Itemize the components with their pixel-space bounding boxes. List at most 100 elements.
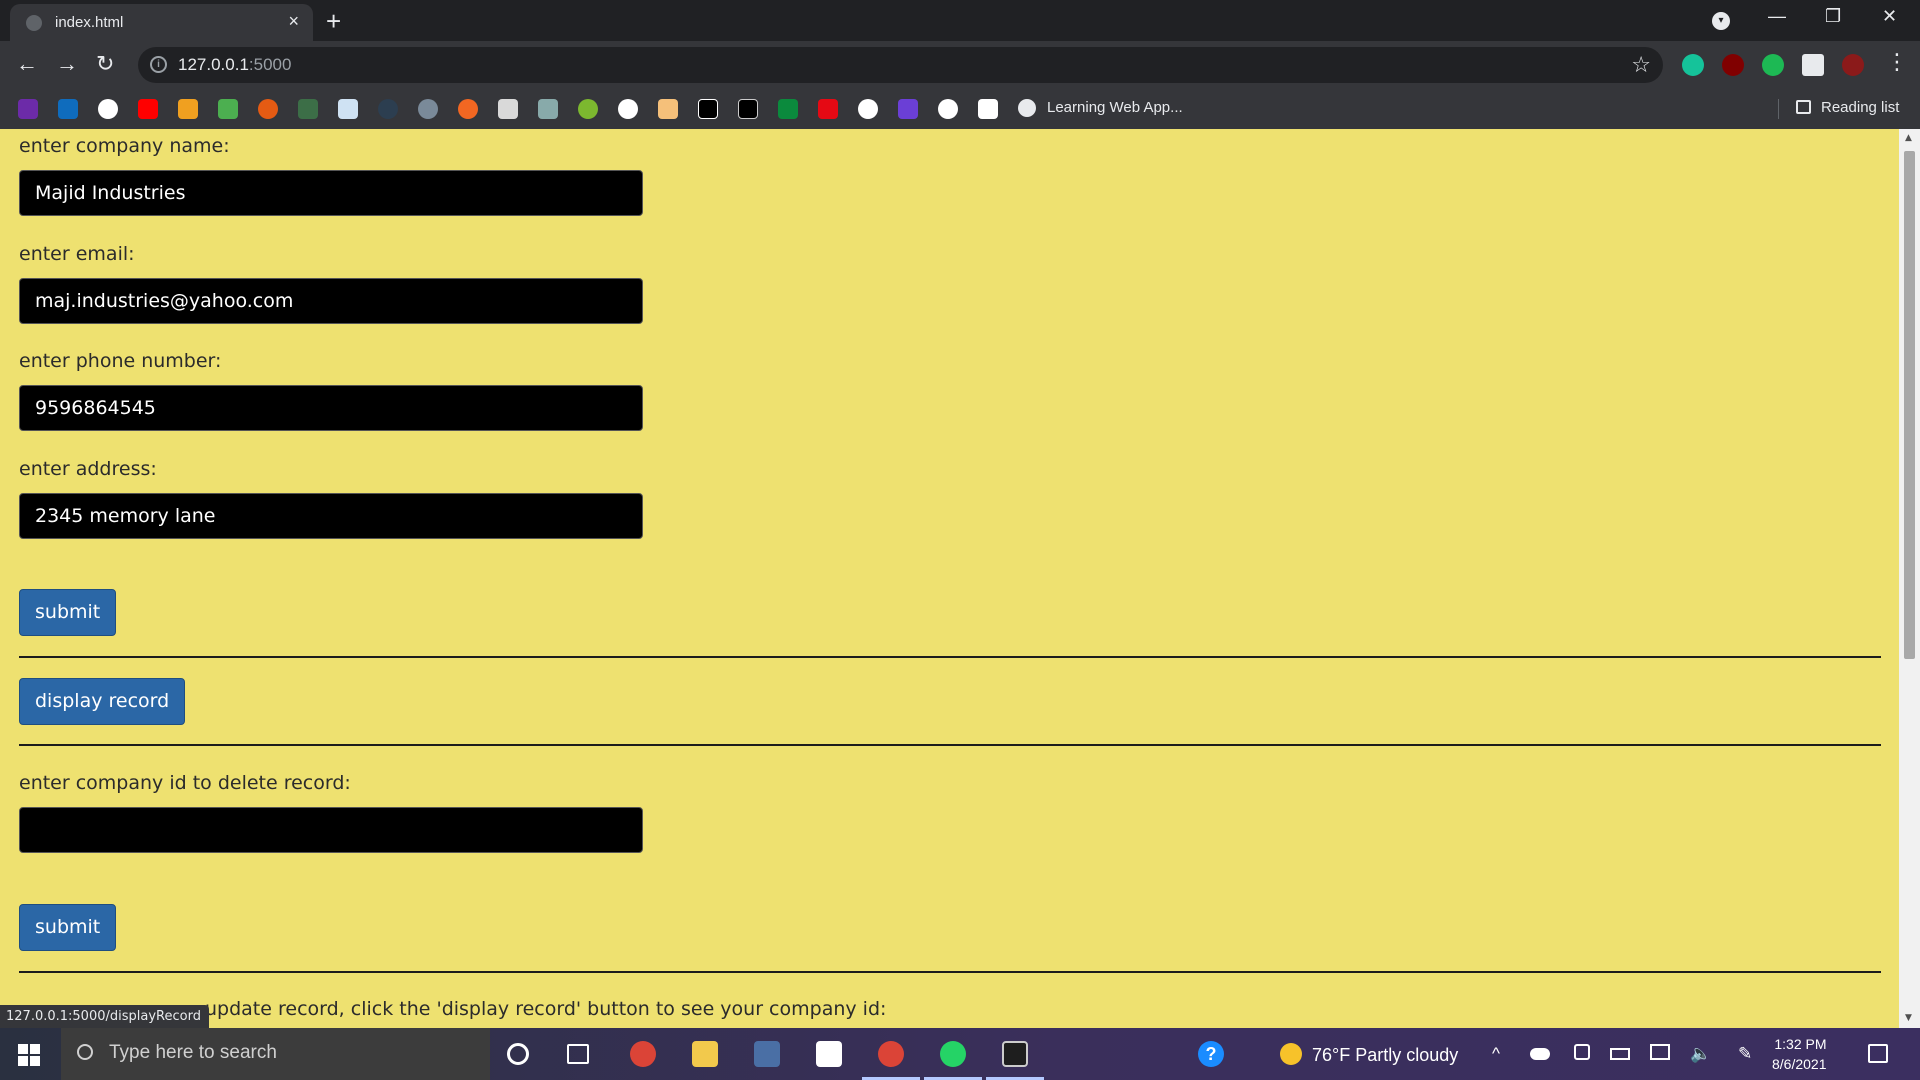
bookmark-star-icon[interactable]: ☆ — [1631, 52, 1651, 78]
taskbar-search-box[interactable]: Type here to search — [61, 1028, 490, 1080]
youtube-icon[interactable] — [138, 99, 158, 119]
terminal-icon[interactable] — [1002, 1041, 1028, 1067]
task-view-icon[interactable] — [567, 1044, 589, 1064]
meet-icon[interactable] — [1574, 1044, 1590, 1060]
info-icon[interactable]: i — [150, 56, 167, 73]
tab-favicon-icon — [26, 15, 42, 31]
clock-time: 1:32 PM — [1774, 1036, 1827, 1052]
tab-close-icon[interactable]: × — [288, 11, 299, 32]
display-record-button[interactable]: display record — [19, 678, 186, 725]
bookmark-icon[interactable] — [698, 99, 718, 119]
grammarly-icon[interactable] — [1682, 54, 1704, 76]
maximize-button[interactable]: ❐ — [1825, 6, 1841, 27]
submit-button[interactable]: submit — [19, 589, 117, 636]
page-content: enter company name: Majid Industries ent… — [0, 129, 1920, 1028]
address-input[interactable]: 2345 memory lane — [19, 493, 643, 539]
chrome-icon[interactable] — [630, 1041, 656, 1067]
phone-input[interactable]: 9596864545 — [19, 385, 643, 431]
cortana-icon[interactable] — [507, 1043, 529, 1065]
status-bar-url: 127.0.0.1:5000/displayRecord — [0, 1005, 209, 1028]
chrome-icon[interactable] — [878, 1041, 904, 1067]
search-icon — [77, 1044, 93, 1060]
bookmark-icon[interactable] — [418, 99, 438, 119]
reading-list-icon — [1796, 100, 1811, 114]
bookmark-icon[interactable] — [978, 99, 998, 119]
search-placeholder: Type here to search — [109, 1042, 277, 1063]
divider — [19, 971, 1881, 973]
calculator-icon[interactable] — [754, 1041, 780, 1067]
bookmark-icon[interactable] — [258, 99, 278, 119]
browser-tab[interactable]: index.html × — [10, 4, 313, 41]
minimize-button[interactable]: — — [1768, 6, 1786, 27]
google-icon[interactable] — [98, 99, 118, 119]
network-icon[interactable] — [1650, 1044, 1670, 1060]
github-icon[interactable] — [858, 99, 878, 119]
ublock-icon[interactable] — [1722, 54, 1744, 76]
bookmark-icon[interactable] — [818, 99, 838, 119]
system-clock[interactable]: 1:32 PM 8/6/2021 — [1772, 1034, 1827, 1074]
phone-label: enter phone number: — [19, 350, 222, 372]
avatar[interactable] — [1842, 54, 1864, 76]
pen-icon[interactable]: ✎ — [1738, 1044, 1752, 1064]
back-button[interactable]: ← — [16, 51, 38, 77]
company-name-label: enter company name: — [19, 135, 230, 157]
clock-date: 8/6/2021 — [1772, 1056, 1827, 1072]
start-button[interactable] — [18, 1044, 40, 1066]
scroll-up-icon[interactable]: ▲ — [1905, 133, 1912, 143]
notifications-icon[interactable] — [1868, 1044, 1888, 1063]
bookmark-icon[interactable] — [178, 99, 198, 119]
scroll-down-icon[interactable]: ▼ — [1905, 1013, 1912, 1023]
tab-strip: index.html × + ▾ — ❐ ✕ — [0, 0, 1920, 41]
reload-button[interactable]: ↻ — [96, 51, 114, 77]
forward-button[interactable]: → — [56, 51, 78, 77]
puzzle-icon[interactable] — [1802, 54, 1824, 76]
divider — [19, 656, 1881, 658]
globe-icon — [1018, 99, 1036, 117]
whatsapp-icon[interactable] — [940, 1041, 966, 1067]
bookmark-icon[interactable] — [618, 99, 638, 119]
bookmark-icon[interactable] — [538, 99, 558, 119]
bookmark-icon[interactable] — [738, 99, 758, 119]
menu-icon[interactable]: ⋮ — [1886, 49, 1908, 75]
new-tab-button[interactable]: + — [326, 6, 341, 37]
bookmark-icon[interactable] — [298, 99, 318, 119]
update-record-label: update record, click the 'display record… — [205, 998, 887, 1020]
bookmark-icon[interactable] — [658, 99, 678, 119]
tray-overflow-icon[interactable]: ^ — [1492, 1044, 1500, 1064]
bookmark-icon[interactable] — [578, 99, 598, 119]
bookmark-icon[interactable] — [338, 99, 358, 119]
bookmark-icon[interactable] — [498, 99, 518, 119]
file-explorer-icon[interactable] — [692, 1041, 718, 1067]
store-icon[interactable] — [816, 1041, 842, 1067]
delete-id-label: enter company id to delete record: — [19, 772, 351, 794]
bookmark-icon[interactable] — [58, 99, 78, 119]
weather-widget[interactable]: 76°F Partly cloudy — [1280, 1043, 1458, 1066]
windows-taskbar: Type here to search ? 76°F Partly cloudy… — [0, 1028, 1920, 1080]
bookmark-icon[interactable] — [938, 99, 958, 119]
bookmarks-bar: Learning Web App... Reading list — [0, 89, 1920, 129]
email-input[interactable]: maj.industries@yahoo.com — [19, 278, 643, 324]
scroll-thumb[interactable] — [1904, 151, 1915, 659]
address-bar[interactable]: i 127.0.0.1:5000 ☆ — [138, 47, 1663, 83]
close-window-button[interactable]: ✕ — [1882, 6, 1897, 27]
bookmark-icon[interactable] — [378, 99, 398, 119]
bookmark-icon[interactable] — [898, 99, 918, 119]
reading-list-button[interactable]: Reading list — [1796, 99, 1899, 116]
page-scrollbar[interactable]: ▲ ▼ — [1899, 129, 1920, 1028]
bookmark-icon[interactable] — [778, 99, 798, 119]
volume-icon[interactable]: 🔈 — [1690, 1044, 1711, 1064]
delete-id-input[interactable] — [19, 807, 643, 853]
extension-icon[interactable] — [1762, 54, 1784, 76]
onedrive-icon[interactable] — [1530, 1048, 1550, 1060]
bookmark-learning-web-app[interactable]: Learning Web App... — [1047, 99, 1183, 116]
tab-search-icon[interactable]: ▾ — [1712, 12, 1730, 30]
bookmark-icon[interactable] — [458, 99, 478, 119]
divider — [19, 744, 1881, 746]
battery-icon[interactable] — [1610, 1048, 1630, 1060]
bookmark-icon[interactable] — [218, 99, 238, 119]
company-name-input[interactable]: Majid Industries — [19, 170, 643, 216]
delete-submit-button[interactable]: submit — [19, 904, 117, 951]
bookmark-icon[interactable] — [18, 99, 38, 119]
help-icon[interactable]: ? — [1198, 1041, 1224, 1067]
url-text: 127.0.0.1:5000 — [178, 55, 292, 74]
